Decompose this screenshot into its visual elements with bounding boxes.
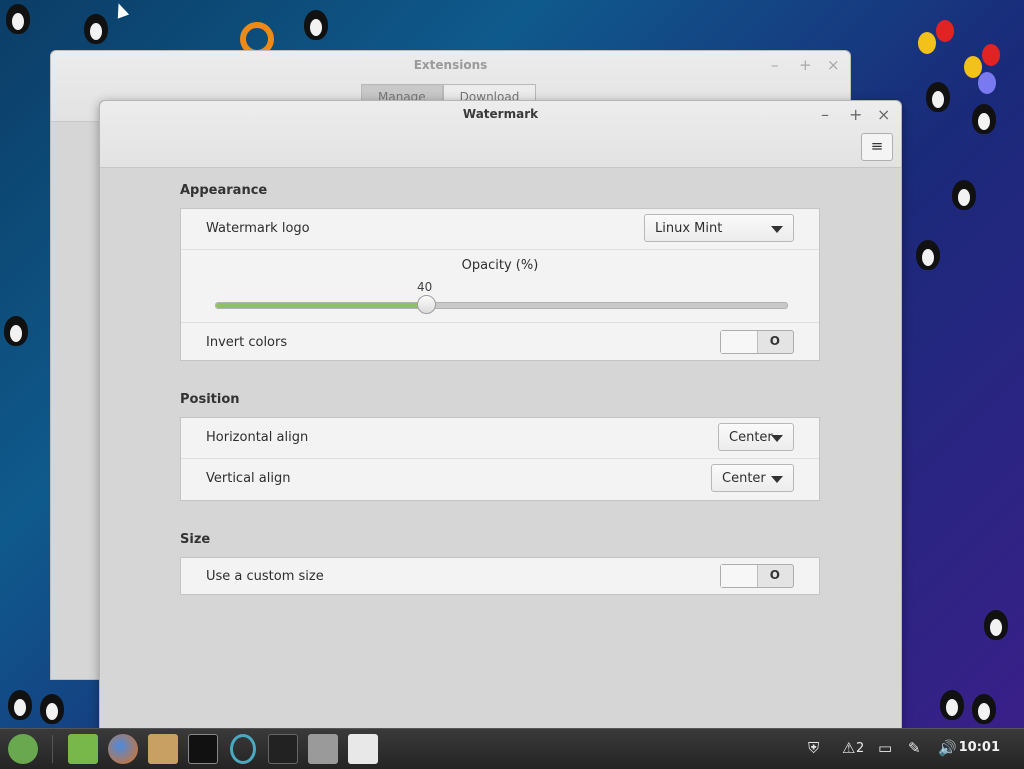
watermark-logo-dropdown[interactable]: Linux Mint — [644, 214, 794, 242]
mouse-pointer-icon — [112, 1, 130, 19]
vertical-align-dropdown[interactable]: Center — [711, 464, 794, 492]
dropdown-arrow-icon — [771, 435, 783, 442]
invert-colors-label: Invert colors — [206, 335, 288, 350]
switch-state: O — [769, 334, 780, 348]
clock[interactable]: 10:01 — [959, 740, 1000, 755]
opacity-slider-track[interactable] — [215, 302, 788, 309]
desktop-penguin-icon — [40, 694, 64, 724]
horizontal-align-value: Center — [729, 430, 773, 445]
size-section-title: Size — [180, 532, 211, 547]
desktop-penguin-icon — [6, 4, 30, 34]
desktop-penguin-icon — [940, 690, 964, 720]
custom-size-label: Use a custom size — [206, 569, 324, 584]
balloon-icon — [936, 20, 954, 42]
package-icon[interactable] — [148, 734, 178, 764]
appearance-panel: Watermark logo Linux Mint Opacity (%) 40… — [180, 208, 820, 361]
horizontal-align-label: Horizontal align — [206, 430, 309, 445]
horizontal-align-dropdown[interactable]: Center — [718, 423, 794, 451]
extensions-minimize-button[interactable]: – — [771, 56, 779, 74]
invert-colors-switch[interactable]: O — [720, 330, 794, 354]
desktop-penguin-icon — [926, 82, 950, 112]
balloon-icon — [918, 32, 936, 54]
watermark-window: Watermark – + × ≡ Appearance Watermark l… — [99, 100, 902, 730]
desktop-penguin-icon — [984, 610, 1008, 640]
mint-menu-icon[interactable] — [8, 734, 38, 764]
vertical-align-label: Vertical align — [206, 471, 291, 486]
desktop-penguin-icon — [952, 180, 976, 210]
invert-colors-row: Invert colors O — [181, 323, 819, 360]
opacity-slider-handle[interactable] — [417, 295, 436, 314]
taskbar: ⛨ ⚠ 2 ▭ ✎ 🔊 10:01 — [0, 728, 1024, 769]
opacity-slider-fill — [216, 303, 426, 308]
folder-icon[interactable] — [68, 734, 98, 764]
firefox-icon[interactable] — [108, 734, 138, 764]
watermark-titlebar: Watermark – + × ≡ — [100, 101, 901, 168]
custom-size-switch[interactable]: O — [720, 564, 794, 588]
position-section-title: Position — [180, 392, 240, 407]
opacity-row: Opacity (%) 40 — [181, 250, 819, 323]
watermark-logo-row: Watermark logo Linux Mint — [181, 209, 819, 250]
window-title: Watermark — [462, 107, 539, 121]
opacity-label: Opacity (%) — [461, 258, 539, 273]
desktop-penguin-icon — [304, 10, 328, 40]
switch-state: O — [769, 568, 780, 582]
display-icon[interactable]: ▭ — [878, 739, 892, 757]
maximize-button[interactable]: + — [849, 105, 862, 124]
watermark-logo-value: Linux Mint — [655, 221, 723, 236]
switch-knob — [721, 331, 758, 353]
balloon-icon — [982, 44, 1000, 66]
terminal-icon[interactable] — [188, 734, 218, 764]
extensions-maximize-button[interactable]: + — [799, 56, 812, 74]
vertical-align-row: Vertical align Center — [181, 459, 819, 500]
desktop-penguin-icon — [972, 694, 996, 724]
position-panel: Horizontal align Center Vertical align C… — [180, 417, 820, 501]
notification-icon[interactable]: ⚠ — [842, 739, 855, 757]
notification-count: 2 — [856, 741, 865, 756]
minimize-button[interactable]: – — [821, 105, 829, 124]
hamburger-menu-icon: ≡ — [870, 137, 884, 155]
opacity-value: 40 — [417, 280, 433, 294]
volume-icon[interactable]: 🔊 — [938, 739, 957, 757]
shield-icon[interactable]: ⛨ — [808, 739, 819, 757]
desktop-penguin-icon — [972, 104, 996, 134]
vertical-align-value: Center — [722, 471, 766, 486]
pen-icon[interactable]: ✎ — [908, 739, 921, 757]
appearance-section-title: Appearance — [180, 183, 268, 198]
dropdown-arrow-icon — [771, 476, 783, 483]
window-icon[interactable] — [348, 734, 378, 764]
size-panel: Use a custom size O — [180, 557, 820, 595]
penguin-app-icon[interactable] — [268, 734, 298, 764]
extensions-close-button[interactable]: × — [827, 56, 840, 74]
dropdown-arrow-icon — [771, 226, 783, 233]
close-button[interactable]: × — [877, 105, 890, 124]
desktop-penguin-icon — [916, 240, 940, 270]
switch-knob — [721, 565, 758, 587]
desktop-penguin-icon — [84, 14, 108, 44]
settings-icon[interactable] — [308, 734, 338, 764]
watermark-logo-label: Watermark logo — [206, 221, 310, 236]
custom-size-row: Use a custom size O — [181, 558, 819, 594]
extensions-title: Extensions — [413, 58, 488, 72]
balloon-icon — [978, 72, 996, 94]
hamburger-menu-button[interactable]: ≡ — [861, 133, 893, 161]
taskbar-separator — [52, 735, 53, 763]
desktop-penguin-icon — [4, 316, 28, 346]
horizontal-align-row: Horizontal align Center — [181, 418, 819, 459]
ring-icon[interactable] — [230, 734, 256, 764]
desktop-penguin-icon — [8, 690, 32, 720]
